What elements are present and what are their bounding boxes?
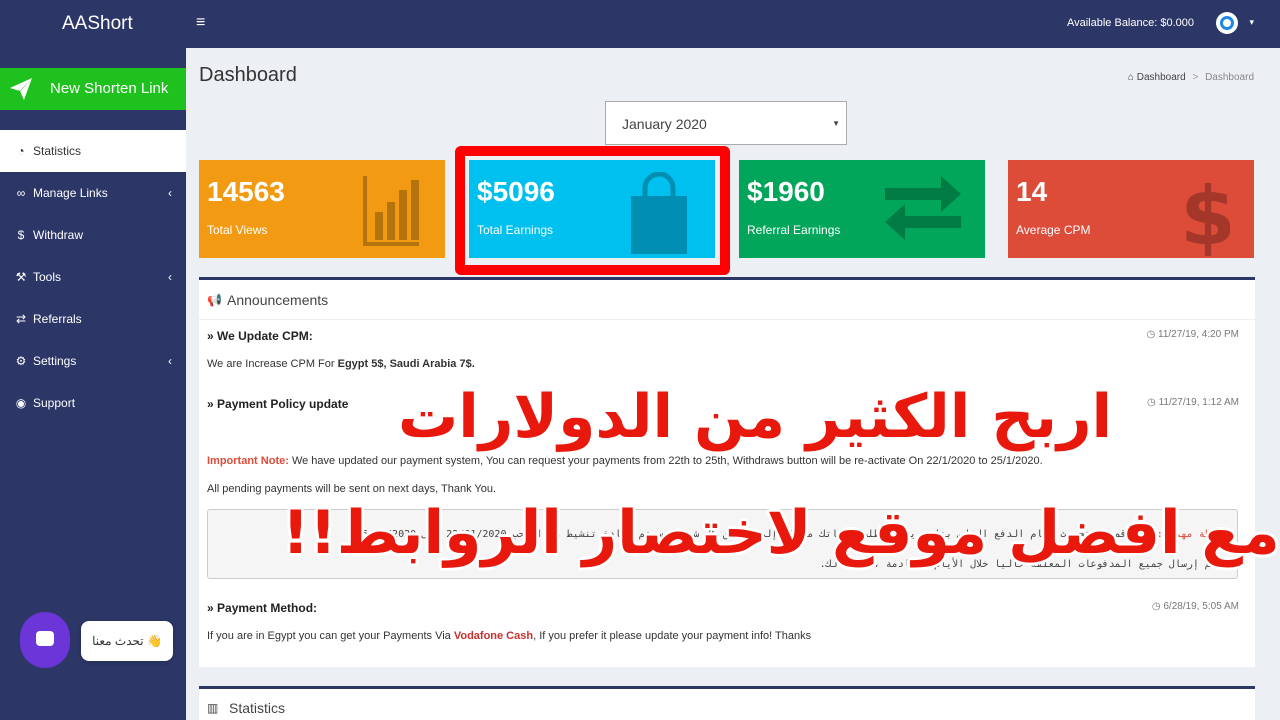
chat-launcher-button[interactable]	[20, 612, 70, 668]
breadcrumb-link[interactable]: Dashboard	[1137, 72, 1186, 83]
chat-icon	[36, 631, 54, 646]
stat-value: 14	[1016, 176, 1048, 207]
sidebar-item-label: Statistics	[33, 144, 82, 158]
announcements-header: 📢 Announcements	[199, 280, 1255, 320]
exchange-icon: ⇄	[15, 312, 27, 326]
bullhorn-icon: 📢	[207, 293, 222, 307]
announcements-panel: 📢 Announcements » We Update CPM: ◷ 11/27…	[199, 277, 1255, 667]
sidebar-item-label: Tools	[33, 270, 62, 284]
statistics-panel: ▥ Statistics	[199, 686, 1255, 720]
new-shorten-link-label: New Shorten Link	[50, 80, 169, 97]
bar-chart-icon: ▥	[207, 701, 219, 715]
announcement-title: » We Update CPM:	[207, 329, 313, 343]
exchange-icon	[885, 176, 961, 240]
announcement-text: If you are in Egypt you can get your Pay…	[207, 630, 812, 642]
announcement-title: » Payment Method:	[207, 601, 318, 615]
stat-label: Average CPM	[1016, 223, 1091, 237]
promo-overlay-line2: مع افضل موقع لاختصار الروابط!!	[282, 498, 1280, 568]
home-icon: ⌂	[1127, 72, 1134, 83]
life-ring-icon: ◉	[15, 396, 27, 410]
dollar-icon: $	[1186, 172, 1230, 256]
paper-plane-icon	[10, 78, 32, 100]
top-navbar: AAShort ≡ Available Balance: $0.000 ▾	[0, 0, 1280, 48]
sidebar-item-referrals[interactable]: ⇄ Referrals	[0, 298, 186, 340]
chevron-left-icon: ‹	[168, 186, 172, 200]
sidebar-item-tools[interactable]: ⚒ Tools ‹	[0, 256, 186, 298]
site-logo[interactable]: AAShort	[0, 0, 186, 48]
month-select-value: January 2020	[622, 116, 707, 132]
user-menu-caret-icon[interactable]: ▾	[1249, 17, 1254, 28]
menu-toggle-icon[interactable]: ≡	[196, 14, 205, 32]
page-title: Dashboard	[199, 64, 297, 86]
svg-text:$: $	[1186, 172, 1230, 256]
announcements-title: Announcements	[227, 292, 329, 308]
user-menu-power-icon[interactable]	[1216, 12, 1238, 34]
sidebar-menu: ◔ Statistics ∞ Manage Links ‹ $ Withdraw…	[0, 130, 186, 424]
sidebar-item-label: Settings	[33, 354, 77, 368]
month-select[interactable]: January 2020 ▼	[605, 101, 847, 145]
stat-label: Total Views	[207, 223, 268, 237]
available-balance: Available Balance: $0.000	[1066, 17, 1194, 29]
stat-value: 14563	[207, 176, 285, 207]
sidebar-item-statistics[interactable]: ◔ Statistics	[0, 130, 186, 172]
bar-chart-icon	[363, 176, 419, 246]
new-shorten-link-button[interactable]: New Shorten Link	[0, 68, 186, 110]
sidebar-item-label: Withdraw	[33, 228, 84, 242]
stat-referral-earnings: $1960 Referral Earnings	[739, 160, 985, 258]
wrench-icon: ⚒	[15, 270, 27, 284]
dashboard-icon: ◔	[17, 144, 25, 158]
breadcrumb-current: Dashboard	[1205, 72, 1254, 83]
highlight-frame	[455, 146, 730, 275]
statistics-title: Statistics	[229, 700, 286, 716]
sidebar-item-manage-links[interactable]: ∞ Manage Links ‹	[0, 172, 186, 214]
announcement-title: » Payment Policy update	[207, 397, 349, 411]
sidebar-item-settings[interactable]: ⚙ Settings ‹	[0, 340, 186, 382]
announcement-text: We are Increase CPM For Egypt 5$, Saudi …	[207, 358, 475, 370]
stat-average-cpm: 14 Average CPM $	[1008, 160, 1254, 258]
announcement-time: ◷ 11/27/19, 4:20 PM	[1146, 329, 1240, 340]
sidebar-item-label: Referrals	[33, 312, 82, 326]
stat-label: Referral Earnings	[747, 223, 841, 237]
breadcrumb-separator: >	[1192, 72, 1199, 83]
breadcrumb: ⌂ Dashboard > Dashboard	[1128, 72, 1254, 83]
chat-greeting[interactable]: تحدث معنا 👋	[81, 621, 173, 661]
stat-total-views: 14563 Total Views	[199, 160, 445, 258]
chevron-left-icon: ‹	[168, 270, 172, 284]
announcement-time: ◷ 6/28/19, 5:05 AM	[1151, 601, 1239, 612]
cogs-icon: ⚙	[15, 354, 27, 368]
chevron-left-icon: ‹	[168, 354, 172, 368]
sidebar-item-label: Support	[33, 396, 76, 410]
dropdown-caret-icon: ▼	[832, 119, 840, 128]
announcement-time: ◷ 11/27/19, 1:12 AM	[1147, 397, 1239, 408]
sidebar-item-withdraw[interactable]: $ Withdraw	[0, 214, 186, 256]
announcement-text: All pending payments will be sent on nex…	[207, 483, 497, 495]
dollar-icon: $	[17, 228, 25, 242]
announcement-text: Important Note: We have updated our paym…	[207, 455, 1043, 467]
sidebar-item-support[interactable]: ◉ Support	[0, 382, 186, 424]
stat-value: $1960	[747, 176, 825, 207]
link-icon: ∞	[16, 186, 26, 200]
promo-overlay-line1: اربح الكثير من الدولارات	[398, 382, 1113, 452]
sidebar-item-label: Manage Links	[33, 186, 108, 200]
